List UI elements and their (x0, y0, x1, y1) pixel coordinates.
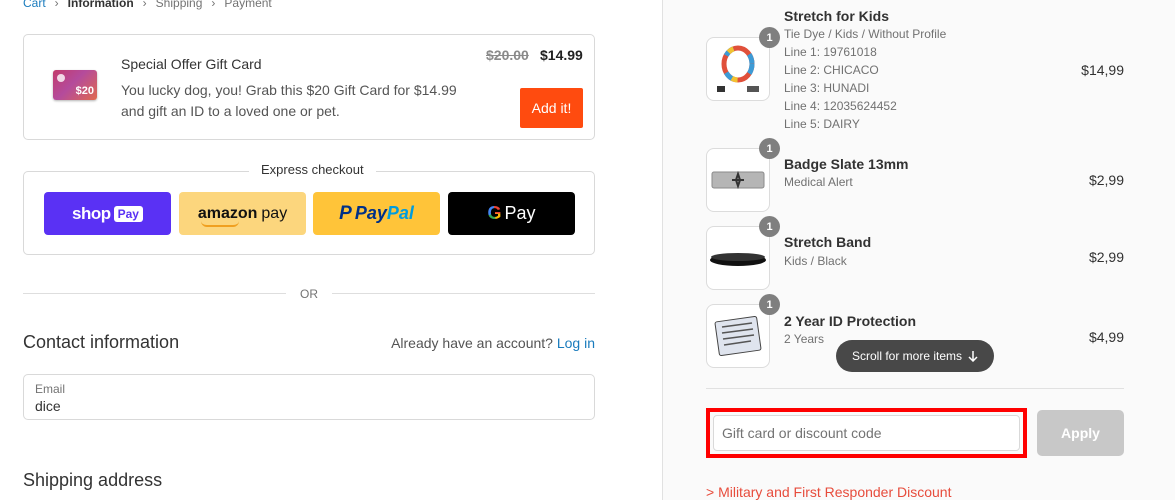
paypal-text-pay: Pay (354, 203, 387, 223)
arrow-down-icon (968, 351, 978, 362)
brand-logo-icon (57, 74, 65, 82)
offer-description: You lucky dog, you! Grab this $20 Gift C… (121, 82, 457, 119)
item-variant: 2 Years (784, 332, 825, 346)
paypal-logo-icon: P (339, 202, 352, 224)
amazon-pay-text: pay (261, 204, 288, 222)
login-link[interactable]: Log in (557, 335, 595, 351)
item-variant: Tie Dye / Kids / Without Profile (784, 27, 947, 41)
paypal-text-pal: Pal (386, 203, 414, 223)
chevron-right-icon: › (54, 0, 59, 10)
breadcrumb: Cart › Information › Shipping › Payment (23, 0, 272, 10)
account-prompt: Already have an account? Log in (391, 335, 595, 351)
black-band-image (710, 253, 766, 266)
offer-new-price: $14.99 (540, 47, 583, 63)
email-input[interactable] (35, 398, 575, 414)
google-pay-text: Pay (504, 203, 536, 223)
item-line-4: Line 4: 12035624452 (784, 99, 897, 113)
paypal-button[interactable]: P Pay Pal (313, 192, 440, 235)
cart-item: 1 Stretch for Kids Tie Dye / Kids / With… (706, 7, 1124, 135)
item-name: Badge Slate 13mm (784, 156, 909, 172)
amazon-pay-button[interactable]: amazon pay (179, 192, 306, 235)
checkout-main: Cart › Information › Shipping › Payment … (0, 0, 662, 500)
item-price: $2,99 (1088, 172, 1124, 188)
shop-pay-badge: Pay (113, 205, 143, 222)
quantity-badge: 1 (759, 294, 780, 315)
shop-pay-text: shop (72, 203, 111, 223)
or-label: OR (300, 287, 318, 301)
account-prompt-text: Already have an account? (391, 335, 553, 351)
quantity-badge: 1 (759, 138, 780, 159)
id-protection-image (714, 316, 762, 356)
product-thumbnail: 1 (706, 294, 780, 368)
breadcrumb-cart[interactable]: Cart (23, 0, 46, 10)
discount-highlight (706, 408, 1027, 458)
contact-heading: Contact information (23, 332, 180, 352)
discount-code-input[interactable] (713, 415, 1020, 451)
item-name: 2 Year ID Protection (784, 313, 917, 329)
chevron-right-icon: › (211, 0, 216, 10)
express-checkout: Express checkout shop Pay amazon pay P P… (23, 162, 595, 255)
order-summary: 1 Stretch for Kids Tie Dye / Kids / With… (662, 0, 1175, 500)
google-g-icon: G (487, 203, 502, 223)
wristband-image (717, 45, 759, 92)
item-line-5: Line 5: DAIRY (784, 117, 860, 131)
item-price: $2,99 (1088, 249, 1124, 265)
gift-card-amount: $20 (75, 85, 94, 97)
item-name: Stretch for Kids (784, 8, 890, 24)
item-line-2: Line 2: CHICACO (784, 63, 879, 77)
badge-slate-image (711, 170, 765, 190)
military-discount-link[interactable]: > Military and First Responder Discount (706, 484, 952, 500)
breadcrumb-payment: Payment (224, 0, 272, 10)
item-meta-list: Tie Dye / Kids / Without Profile Line 1:… (784, 25, 946, 133)
summary-divider (706, 388, 1124, 389)
divider-line (332, 293, 595, 294)
google-pay-button[interactable]: G Pay (448, 192, 575, 235)
scroll-more-button[interactable]: Scroll for more items (836, 340, 994, 372)
item-name: Stretch Band (784, 234, 872, 250)
scroll-hint-label: Scroll for more items (851, 349, 963, 363)
item-variant: Medical Alert (784, 175, 853, 189)
quantity-badge: 1 (759, 216, 780, 237)
product-thumbnail: 1 (706, 216, 780, 290)
email-field[interactable]: Email (23, 374, 595, 420)
item-price: $14,99 (1081, 62, 1124, 78)
shipping-heading: Shipping address (23, 470, 163, 490)
breadcrumb-shipping: Shipping (155, 0, 203, 10)
email-label: Email (35, 382, 66, 396)
breadcrumb-information: Information (67, 0, 134, 10)
item-variant: Kids / Black (784, 254, 847, 268)
shop-pay-button[interactable]: shop Pay (44, 192, 171, 235)
add-gift-card-button[interactable]: Add it! (520, 88, 583, 128)
amazon-logo-text: amazon (197, 204, 258, 227)
product-thumbnail: 1 (706, 138, 780, 212)
express-checkout-label: Express checkout (249, 162, 376, 177)
product-thumbnail: 1 (706, 27, 780, 101)
cart-item: 1 Badge Slate 13mm Medical Alert $2,99 (706, 138, 1124, 212)
chevron-right-icon: › (142, 0, 147, 10)
item-price: $4,99 (1088, 329, 1124, 345)
item-line-3: Line 3: HUNADI (784, 81, 870, 95)
apply-discount-button[interactable]: Apply (1037, 410, 1124, 456)
or-divider: OR (23, 286, 595, 302)
special-offer-card: $20 Special Offer Gift Card You lucky do… (23, 34, 595, 140)
offer-old-price: $20.00 (486, 47, 529, 63)
offer-title: Special Offer Gift Card (121, 56, 262, 72)
item-line-1: Line 1: 19761018 (784, 45, 877, 59)
cart-item: 1 Stretch Band Kids / Black $2,99 (706, 216, 1124, 290)
quantity-badge: 1 (759, 27, 780, 48)
gift-card-image: $20 (53, 70, 97, 100)
